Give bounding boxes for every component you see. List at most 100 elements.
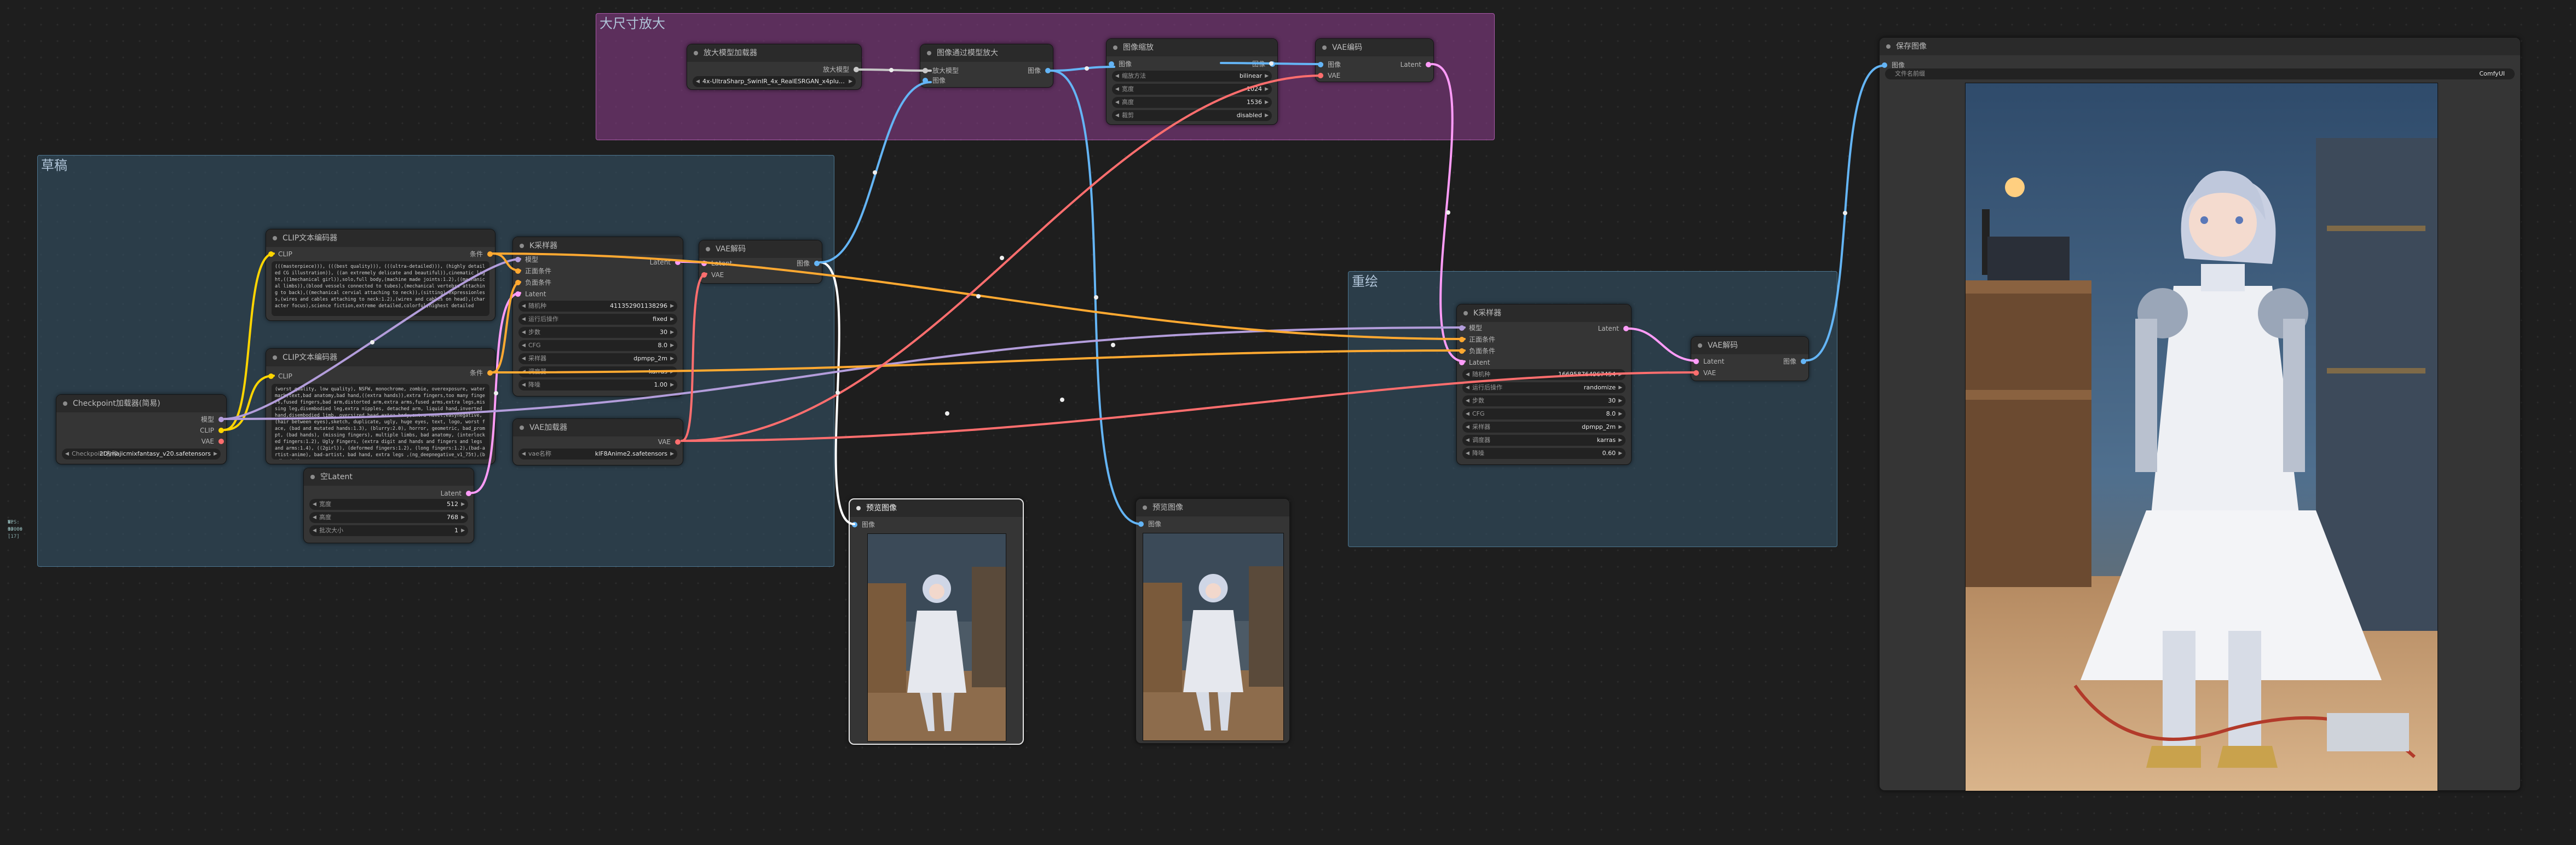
port-dot-icon[interactable] [814, 261, 820, 266]
arrow-right-icon[interactable]: ▶ [1618, 369, 1622, 380]
preview-image[interactable] [867, 533, 1006, 741]
collapse-dot-icon[interactable] [1143, 505, 1147, 510]
collapse-dot-icon[interactable] [273, 236, 277, 240]
steps-number[interactable]: ◀ 步数 30 ▶ [518, 327, 677, 338]
input-latent[interactable]: Latent [1457, 357, 1490, 368]
checkpoint-loader-node[interactable]: Checkpoint加载器(简易) 模型 CLIP VAE ◀ Checkpoin… [56, 394, 227, 464]
collapse-dot-icon[interactable] [520, 244, 524, 248]
input-positive[interactable]: 正面条件 [1457, 334, 1495, 345]
node-title[interactable]: VAE解码 [699, 240, 822, 258]
port-dot-icon[interactable] [218, 428, 224, 433]
input-negative[interactable]: 负面条件 [513, 277, 551, 288]
collapse-dot-icon[interactable] [927, 51, 931, 55]
port-dot-icon[interactable] [487, 251, 493, 257]
collapse-dot-icon[interactable] [520, 426, 524, 430]
input-negative[interactable]: 负面条件 [1457, 346, 1495, 357]
output-latent[interactable]: Latent [650, 257, 683, 268]
input-vae[interactable]: VAE [1316, 70, 1340, 81]
ckpt-name-combo[interactable]: ◀ Checkpoint名称 2D\majicmixfantasy_v20.safe… [62, 449, 221, 459]
upscale-method-combo[interactable]: ◀ 缩放方法 bilinear ▶ [1112, 71, 1272, 82]
filename-prefix-input[interactable]: 文件名前缀 ComfyUI [1885, 68, 2515, 79]
arrow-left-icon[interactable]: ◀ [1466, 409, 1469, 419]
positive-prompt-textarea[interactable]: (((masterpiece))), (((best quality))), (… [272, 261, 489, 316]
port-dot-icon[interactable] [487, 370, 493, 376]
output-latent[interactable]: Latent [441, 488, 474, 499]
port-dot-icon[interactable] [1623, 326, 1629, 331]
arrow-right-icon[interactable]: ▶ [1265, 71, 1269, 82]
output-image[interactable]: 图像 [797, 258, 822, 269]
arrow-left-icon[interactable]: ◀ [1466, 448, 1469, 459]
port-dot-icon[interactable] [1459, 348, 1465, 354]
arrow-right-icon[interactable]: ▶ [1265, 110, 1269, 121]
input-image[interactable]: 图像 [1316, 59, 1341, 70]
port-dot-icon[interactable] [1459, 337, 1465, 342]
vae-name-combo[interactable]: ◀ vae名称 klF8Anime2.safetensors ▶ [518, 449, 677, 459]
arrow-left-icon[interactable]: ◀ [65, 449, 69, 459]
arrow-left-icon[interactable]: ◀ [1466, 382, 1469, 393]
port-dot-icon[interactable] [1138, 521, 1144, 527]
arrow-left-icon[interactable]: ◀ [522, 340, 526, 351]
arrow-left-icon[interactable]: ◀ [522, 353, 526, 364]
arrow-right-icon[interactable]: ▶ [1618, 448, 1622, 459]
arrow-right-icon[interactable]: ▶ [1618, 435, 1622, 446]
output-latent[interactable]: Latent [1401, 59, 1433, 70]
node-title[interactable]: K采样器 [1457, 304, 1631, 322]
empty-latent-image-node[interactable]: 空Latent Latent ◀ 宽度 512 ▶ ◀ 高度 768 ▶ ◀ 批次大小 1 ▶ [303, 468, 474, 543]
input-positive[interactable]: 正面条件 [513, 266, 551, 277]
model-name-combo[interactable]: ◀ 4x-UltraSharp_SwinIR_4x_RealESRGAN_x4pl… [693, 76, 856, 87]
arrow-right-icon[interactable]: ▶ [1618, 395, 1622, 406]
input-latent[interactable]: Latent [1691, 356, 1724, 367]
port-dot-icon[interactable] [1270, 61, 1275, 67]
arrow-right-icon[interactable]: ▶ [461, 499, 465, 510]
arrow-left-icon[interactable]: ◀ [313, 525, 316, 536]
port-dot-icon[interactable] [1693, 359, 1699, 364]
arrow-left-icon[interactable]: ◀ [1466, 369, 1469, 380]
output-image[interactable]: 图像 [1783, 356, 1808, 367]
node-title[interactable]: 图像通过模型放大 [920, 44, 1053, 62]
port-dot-icon[interactable] [466, 491, 471, 496]
arrow-left-icon[interactable]: ◀ [1466, 435, 1469, 446]
output-upscale-model[interactable]: 放大模型 [823, 64, 861, 75]
vae-decode-node[interactable]: VAE解码 Latent VAE 图像 [699, 240, 822, 284]
port-dot-icon[interactable] [923, 78, 928, 83]
port-dot-icon[interactable] [218, 439, 224, 444]
upscale-model-loader-node[interactable]: 放大模型加载器 放大模型 ◀ 4x-UltraSharp_SwinIR_4x_Re… [687, 44, 862, 90]
arrow-left-icon[interactable]: ◀ [1115, 71, 1119, 82]
node-title[interactable]: CLIP文本编码器 [266, 229, 495, 247]
port-dot-icon[interactable] [675, 439, 681, 445]
image-upscale-with-model-node[interactable]: 图像通过模型放大 放大模型 图像 图像 [920, 44, 1053, 88]
arrow-left-icon[interactable]: ◀ [1115, 110, 1119, 121]
node-title[interactable]: VAE解码 [1691, 337, 1808, 354]
negative-prompt-textarea[interactable]: (worst quality, low quality), NSFW, mono… [272, 384, 489, 459]
arrow-right-icon[interactable]: ▶ [670, 449, 674, 459]
batch-size-number[interactable]: ◀ 批次大小 1 ▶ [309, 525, 468, 536]
collapse-dot-icon[interactable] [694, 51, 698, 55]
height-number[interactable]: ◀ 高度 768 ▶ [309, 512, 468, 523]
port-dot-icon[interactable] [515, 268, 521, 274]
node-title[interactable]: VAE编码 [1316, 39, 1433, 56]
output-vae[interactable]: VAE [201, 436, 226, 447]
port-dot-icon[interactable] [675, 260, 681, 265]
port-dot-icon[interactable] [1882, 62, 1887, 68]
collapse-dot-icon[interactable] [1886, 44, 1891, 49]
save-image-node[interactable]: 保存图像 图像 文件名前缀 ComfyUI [1879, 37, 2521, 791]
node-title[interactable]: 预览图像 [1136, 499, 1289, 516]
steps-number[interactable]: ◀ 步数 30 ▶ [1462, 395, 1626, 406]
collapse-dot-icon[interactable] [310, 475, 315, 479]
arrow-right-icon[interactable]: ▶ [670, 340, 674, 351]
port-dot-icon[interactable] [1109, 61, 1114, 67]
cfg-number[interactable]: ◀ CFG 8.0 ▶ [518, 340, 677, 351]
port-dot-icon[interactable] [218, 417, 224, 422]
scheduler-combo[interactable]: ◀ 调度器 karras ▶ [1462, 435, 1626, 446]
node-title[interactable]: 预览图像 [850, 499, 1023, 517]
denoise-number[interactable]: ◀ 降噪 0.60 ▶ [1462, 448, 1626, 459]
arrow-right-icon[interactable]: ▶ [670, 380, 674, 390]
port-dot-icon[interactable] [701, 261, 707, 266]
input-upscale-model[interactable]: 放大模型 [920, 65, 959, 76]
node-title[interactable]: CLIP文本编码器 [266, 349, 495, 366]
arrow-right-icon[interactable]: ▶ [461, 525, 465, 536]
collapse-dot-icon[interactable] [273, 355, 277, 360]
seed-number[interactable]: ◀ 随机种 166958764967454 ▶ [1462, 369, 1626, 380]
arrow-left-icon[interactable]: ◀ [313, 512, 316, 523]
scheduler-combo[interactable]: ◀ 调度器 karras ▶ [518, 366, 677, 377]
